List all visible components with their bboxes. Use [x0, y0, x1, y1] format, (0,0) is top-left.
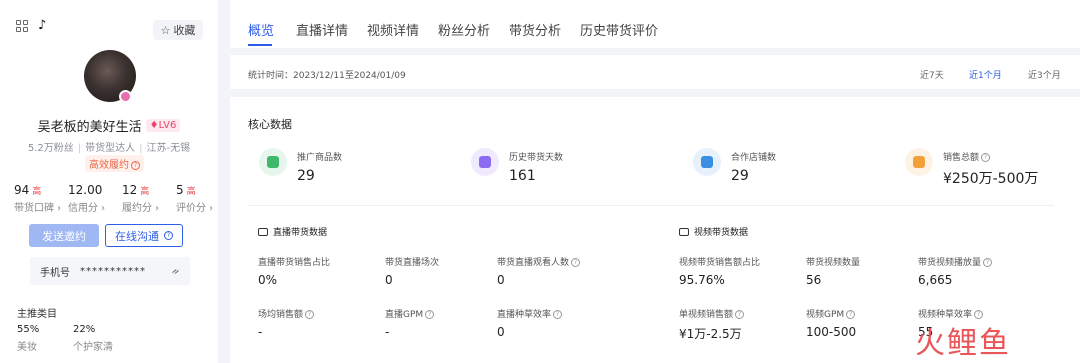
favorite-label: 收藏	[173, 24, 196, 37]
metric: 带货直播观看人数? 0	[497, 255, 581, 287]
live-icon	[258, 227, 268, 236]
kpi-promoted-products: 推广商品数 29	[259, 148, 342, 184]
douyin-icon[interactable]: ♪	[38, 19, 46, 32]
profile-meta: 5.2万粉丝 | 带货型达人 | 江苏-无锡	[27, 143, 191, 154]
tab-sales-analysis[interactable]: 带货分析	[509, 20, 561, 39]
shop-icon	[693, 148, 721, 176]
help-icon: ?	[164, 231, 173, 240]
core-data-title: 核心数据	[248, 118, 292, 131]
avatar-badge-icon	[119, 90, 132, 103]
range-3-months[interactable]: 近3个月	[1028, 68, 1061, 81]
categories: 55% 美妆 22% 个护家清	[17, 324, 129, 353]
divider	[248, 205, 1054, 206]
phone-field: 手机号 *********** ᨀ	[30, 257, 190, 285]
tab-active-indicator	[248, 44, 272, 46]
chart-icon	[471, 148, 499, 176]
influencer-name: 吴老板的美好生活	[37, 120, 142, 135]
categories-title: 主推类目	[17, 309, 57, 320]
metric: 带货视频数量 56	[806, 258, 861, 287]
product-icon	[259, 148, 287, 176]
tab-live-details[interactable]: 直播详情	[296, 20, 348, 39]
metric: 带货视频播放量? 6,665	[918, 255, 993, 287]
stat-item[interactable]: 94 高 带货口碑 ›	[14, 183, 68, 214]
stat-item[interactable]: 12 高 履约分 ›	[122, 183, 176, 214]
tab-video-details[interactable]: 视频详情	[367, 20, 419, 39]
star-icon: ☆	[160, 23, 171, 37]
tab-overview[interactable]: 概览	[248, 20, 274, 39]
metric: 直播带货销售占比 0%	[258, 258, 331, 287]
kpi-history-days: 历史带货天数 161	[471, 148, 563, 184]
stat-item[interactable]: 5高 评价分 ›	[176, 183, 230, 214]
stat-period: 统计时间：2023/12/11至2024/01/09	[248, 71, 406, 81]
metric: 直播GPM? -	[385, 307, 435, 339]
range-7-days[interactable]: 近7天	[920, 68, 944, 81]
phone-value: ***********	[80, 265, 146, 277]
phone-label: 手机号	[40, 267, 70, 279]
category-item: 22% 个护家清	[73, 324, 113, 353]
efficiency-tag: 高效履约?	[85, 155, 144, 172]
grid-icon[interactable]	[16, 20, 28, 32]
range-1-month[interactable]: 近1个月	[969, 68, 1002, 81]
metric: 单视频销售额? ¥1万-2.5万	[679, 307, 745, 342]
influencer-type: 带货型达人	[85, 143, 136, 154]
metric: 带货直播场次 0	[385, 258, 440, 287]
metric: 场均销售额? -	[258, 307, 315, 339]
video-section-title: 视频带货数据	[679, 225, 748, 238]
location: 江苏-无锡	[146, 143, 191, 154]
level-badge: ♦LV6	[145, 119, 181, 132]
video-icon	[679, 227, 689, 236]
fans-count: 5.2万粉丝	[27, 143, 74, 154]
online-chat-button[interactable]: 在线沟通?	[105, 224, 183, 247]
help-icon: ?	[981, 153, 991, 162]
score-stats: 94 高 带货口碑 › 12.00 信用分 › 12 高 履约分 › 5高 评价分 …	[14, 183, 230, 214]
shield-icon	[905, 148, 933, 176]
category-item: 55% 美妆	[17, 324, 40, 353]
top-icons: ♪	[16, 19, 46, 32]
name-row: 吴老板的美好生活 ♦LV6	[0, 116, 218, 135]
send-invite-button[interactable]: 发送邀约	[29, 224, 99, 247]
tab-history-reviews[interactable]: 历史带货评价	[580, 20, 658, 39]
eye-closed-icon[interactable]: ᨀ	[172, 266, 180, 277]
metric: 直播种草效率? 0	[497, 307, 563, 339]
kpi-total-sales: 销售总额? ¥250万-500万	[905, 148, 1038, 188]
metric: 视频带货销售额占比 95.76%	[679, 258, 761, 287]
metric: 视频GPM? 100-500	[806, 310, 857, 339]
kpi-partner-shops: 合作店铺数 29	[693, 148, 776, 184]
stat-item[interactable]: 12.00 信用分 ›	[68, 183, 122, 214]
live-section-title: 直播带货数据	[258, 225, 327, 238]
favorite-button[interactable]: ☆ 收藏	[153, 20, 203, 40]
watermark-logo: 火鲤鱼	[915, 326, 1011, 361]
tab-fan-analysis[interactable]: 粉丝分析	[438, 20, 490, 39]
